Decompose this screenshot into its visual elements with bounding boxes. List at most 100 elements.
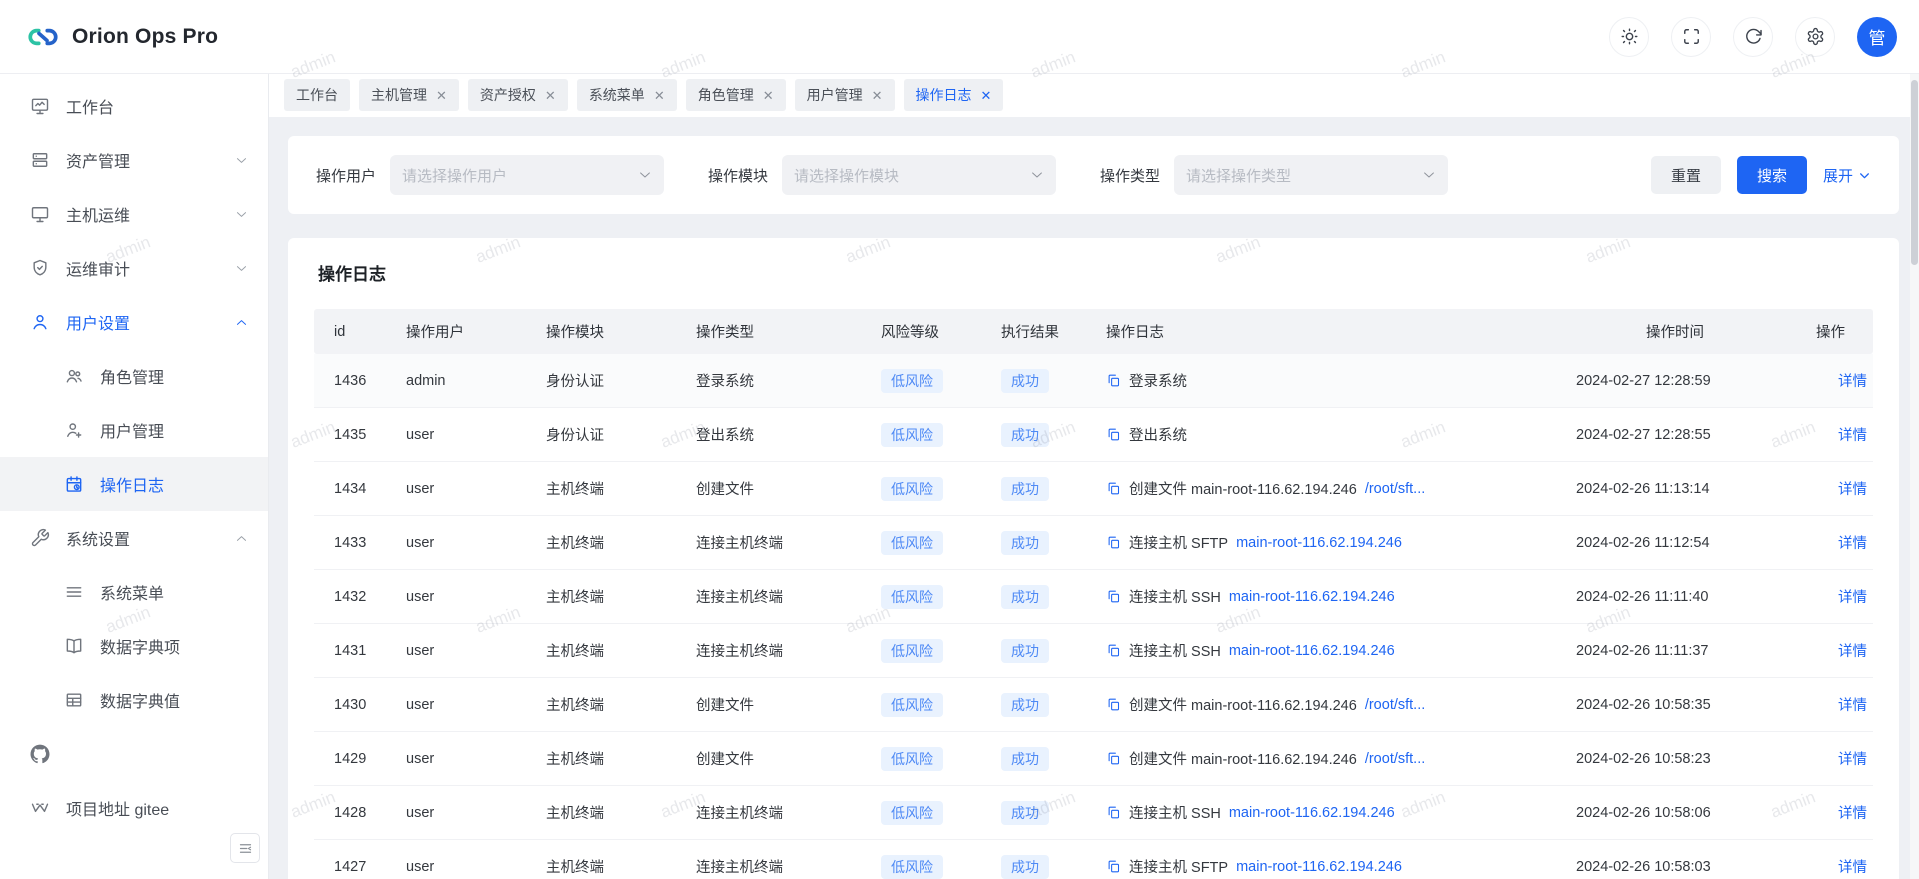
filter-group-操作模块: 操作模块请选择操作模块 — [708, 155, 1056, 195]
cell-time: 2024-02-26 10:58:23 — [1564, 732, 1804, 786]
user-avatar[interactable]: 管 — [1857, 17, 1897, 57]
sidebar-item-用户设置[interactable]: 用户设置 — [0, 295, 268, 349]
column-header-type: 操作类型 — [684, 309, 869, 354]
log-text: 连接主机 SFTP — [1129, 856, 1228, 877]
tab-close-icon[interactable]: ✕ — [436, 89, 447, 102]
copy-icon[interactable] — [1106, 859, 1121, 874]
tab-close-icon[interactable]: ✕ — [545, 89, 556, 102]
tab-工作台[interactable]: 工作台 — [284, 79, 350, 111]
sidebar-item-操作日志[interactable]: 操作日志 — [0, 457, 268, 511]
log-link[interactable]: main-root-116.62.194.246 — [1236, 535, 1402, 551]
audit-icon — [30, 258, 50, 278]
sidebar-item-label: 用户管理 — [100, 418, 164, 442]
sidebar-item-用户管理[interactable]: 用户管理 — [0, 403, 268, 457]
tab-角色管理[interactable]: 角色管理✕ — [686, 79, 786, 111]
tab-资产授权[interactable]: 资产授权✕ — [468, 79, 568, 111]
copy-icon[interactable] — [1106, 535, 1121, 550]
tab-主机管理[interactable]: 主机管理✕ — [359, 79, 459, 111]
log-link[interactable]: main-root-116.62.194.246 — [1236, 859, 1402, 875]
settings-icon[interactable] — [1795, 17, 1835, 57]
sidebar-item-资产管理[interactable]: 资产管理 — [0, 133, 268, 187]
table-row: 1436admin身份认证登录系统低风险成功登录系统2024-02-27 12:… — [314, 354, 1873, 408]
filter-select-操作模块[interactable]: 请选择操作模块 — [782, 155, 1056, 195]
sidebar-item-数据字典项[interactable]: 数据字典项 — [0, 619, 268, 673]
cell-id: 1430 — [314, 678, 394, 732]
filter-select-操作用户[interactable]: 请选择操作用户 — [390, 155, 664, 195]
copy-icon[interactable] — [1106, 373, 1121, 388]
sidebar-item-label: 资产管理 — [66, 148, 130, 172]
copy-icon[interactable] — [1106, 751, 1121, 766]
copy-icon[interactable] — [1106, 427, 1121, 442]
sidebar-item-系统设置[interactable]: 系统设置 — [0, 511, 268, 565]
cell-time: 2024-02-26 11:11:40 — [1564, 570, 1804, 624]
copy-icon[interactable] — [1106, 697, 1121, 712]
dict-value-icon — [64, 690, 84, 710]
log-text: 连接主机 SSH — [1129, 802, 1221, 823]
search-button[interactable]: 搜索 — [1737, 156, 1807, 194]
sidebar-item-主机运维[interactable]: 主机运维 — [0, 187, 268, 241]
sidebar-item-工作台[interactable]: 工作台 — [0, 79, 268, 133]
sidebar-item-项目地址 github[interactable]: 项目地址 github — [0, 727, 268, 781]
log-text: 创建文件 main-root-116.62.194.246 — [1129, 694, 1357, 715]
fullscreen-icon[interactable] — [1671, 17, 1711, 57]
log-link[interactable]: /root/sft... — [1365, 481, 1425, 497]
log-link[interactable]: main-root-116.62.194.246 — [1229, 589, 1395, 605]
sidebar-item-label: 角色管理 — [100, 364, 164, 388]
sidebar-item-项目地址 gitee[interactable]: 项目地址 gitee — [0, 781, 268, 835]
detail-link[interactable]: 详情 — [1838, 482, 1867, 498]
cell-id: 1431 — [314, 624, 394, 678]
scrollbar-thumb[interactable] — [1911, 80, 1918, 265]
cell-id: 1429 — [314, 732, 394, 786]
copy-icon[interactable] — [1106, 805, 1121, 820]
cell-log: 连接主机 SSH main-root-116.62.194.246 — [1094, 570, 1564, 624]
detail-link[interactable]: 详情 — [1838, 590, 1867, 606]
cell-id: 1427 — [314, 840, 394, 879]
tab-close-icon[interactable]: ✕ — [872, 89, 883, 102]
refresh-icon[interactable] — [1733, 17, 1773, 57]
detail-link[interactable]: 详情 — [1838, 536, 1867, 552]
tab-close-icon[interactable]: ✕ — [981, 89, 992, 102]
chevron-down-icon — [235, 208, 248, 221]
log-link[interactable]: main-root-116.62.194.246 — [1229, 805, 1395, 821]
tab-close-icon[interactable]: ✕ — [763, 89, 774, 102]
sidebar-item-系统菜单[interactable]: 系统菜单 — [0, 565, 268, 619]
log-link[interactable]: main-root-116.62.194.246 — [1229, 643, 1395, 659]
tab-操作日志[interactable]: 操作日志✕ — [904, 79, 1004, 111]
tab-系统菜单[interactable]: 系统菜单✕ — [577, 79, 677, 111]
result-badge: 成功 — [1001, 855, 1049, 879]
sidebar-item-label: 用户设置 — [66, 310, 130, 334]
copy-icon[interactable] — [1106, 481, 1121, 496]
detail-link[interactable]: 详情 — [1838, 428, 1867, 444]
cell-action: 详情 — [1804, 678, 1873, 732]
copy-icon[interactable] — [1106, 589, 1121, 604]
detail-link[interactable]: 详情 — [1838, 644, 1867, 660]
tab-close-icon[interactable]: ✕ — [654, 89, 665, 102]
log-text: 连接主机 SSH — [1129, 586, 1221, 607]
cell-type: 登录系统 — [684, 354, 869, 408]
cell-action: 详情 — [1804, 354, 1873, 408]
column-header-id: id — [314, 309, 394, 354]
detail-link[interactable]: 详情 — [1838, 752, 1867, 768]
reset-button[interactable]: 重置 — [1651, 156, 1721, 194]
log-link[interactable]: /root/sft... — [1365, 751, 1425, 767]
cell-risk: 低风险 — [869, 786, 989, 840]
detail-link[interactable]: 详情 — [1838, 860, 1867, 876]
copy-icon[interactable] — [1106, 643, 1121, 658]
tab-用户管理[interactable]: 用户管理 ✕ — [795, 79, 895, 111]
expand-toggle[interactable]: 展开 — [1823, 165, 1871, 186]
sidebar-item-角色管理[interactable]: 角色管理 — [0, 349, 268, 403]
detail-link[interactable]: 详情 — [1838, 698, 1867, 714]
table-row: 1435user身份认证登出系统低风险成功登出系统2024-02-27 12:2… — [314, 408, 1873, 462]
detail-link[interactable]: 详情 — [1838, 806, 1867, 822]
risk-badge: 低风险 — [881, 855, 943, 879]
log-text: 创建文件 main-root-116.62.194.246 — [1129, 748, 1357, 769]
log-link[interactable]: /root/sft... — [1365, 697, 1425, 713]
tab-label: 用户管理 — [807, 85, 863, 105]
sidebar-item-数据字典值[interactable]: 数据字典值 — [0, 673, 268, 727]
filter-select-操作类型[interactable]: 请选择操作类型 — [1174, 155, 1448, 195]
detail-link[interactable]: 详情 — [1838, 374, 1867, 390]
sidebar-item-运维审计[interactable]: 运维审计 — [0, 241, 268, 295]
theme-icon[interactable] — [1609, 17, 1649, 57]
cell-result: 成功 — [989, 840, 1094, 879]
sidebar-collapse-button[interactable] — [230, 833, 260, 863]
